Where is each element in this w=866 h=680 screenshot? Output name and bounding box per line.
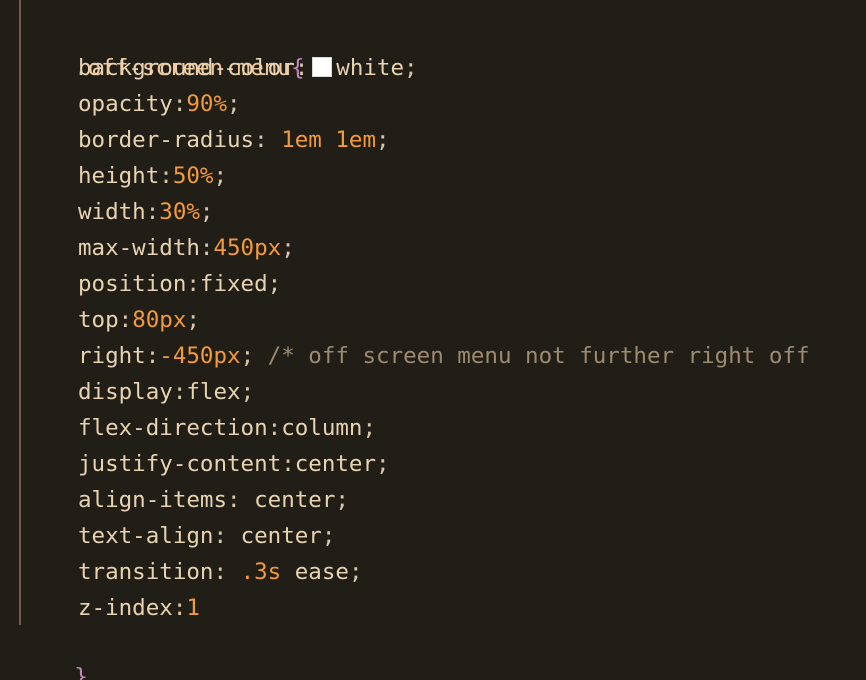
declaration-line[interactable]: height:50%; bbox=[78, 158, 227, 194]
colon-separator: : bbox=[159, 163, 173, 189]
declaration-line[interactable]: position:fixed; bbox=[78, 266, 281, 302]
numeric-value: 80px bbox=[132, 307, 187, 333]
property-name: transition bbox=[78, 559, 214, 585]
numeric-value: 50% bbox=[172, 163, 214, 189]
property-name: align-items bbox=[78, 487, 228, 513]
property-name: opacity bbox=[78, 91, 173, 117]
numeric-value: .3s bbox=[240, 559, 282, 585]
colon-separator: : bbox=[213, 523, 241, 549]
property-name: text-align bbox=[78, 523, 214, 549]
declaration-line[interactable]: text-align: center; bbox=[78, 518, 335, 554]
property-name: top bbox=[78, 307, 119, 333]
colon-separator: : bbox=[172, 595, 187, 621]
semicolon: ; bbox=[227, 91, 241, 117]
keyword-value: column bbox=[281, 415, 363, 441]
property-name: display bbox=[78, 379, 173, 405]
close-brace: } bbox=[74, 664, 88, 680]
property-name: height bbox=[78, 163, 160, 189]
semicolon: ; bbox=[199, 199, 214, 225]
colon-separator: : bbox=[118, 307, 133, 333]
keyword-value: center bbox=[294, 451, 377, 477]
property-name: right bbox=[78, 343, 146, 369]
semicolon: ; bbox=[186, 307, 200, 333]
colon-separator: : bbox=[254, 127, 282, 153]
semicolon: ; bbox=[213, 163, 228, 189]
declaration-line[interactable]: justify-content:center; bbox=[78, 446, 390, 482]
numeric-value: 1 bbox=[186, 595, 200, 621]
declaration-line[interactable]: flex-direction:column; bbox=[78, 410, 376, 446]
property-name: justify-content bbox=[78, 451, 282, 477]
colon-separator: : bbox=[172, 91, 187, 117]
semicolon: ; bbox=[267, 271, 282, 297]
keyword-value: flex bbox=[186, 379, 241, 405]
colon-separator: : bbox=[294, 55, 309, 81]
semicolon: ; bbox=[348, 559, 363, 585]
property-name: width bbox=[78, 199, 146, 225]
semicolon: ; bbox=[240, 343, 255, 369]
semicolon: ; bbox=[362, 415, 377, 441]
property-name: position bbox=[78, 271, 187, 297]
numeric-value: 1em 1em bbox=[281, 127, 377, 153]
colon-separator: : bbox=[267, 415, 282, 441]
keyword-value: white bbox=[336, 55, 405, 81]
keyword-value: center bbox=[254, 487, 336, 513]
keyword-value: fixed bbox=[199, 271, 268, 297]
declaration-line[interactable]: transition: .3s ease; bbox=[78, 554, 362, 590]
closing-line[interactable]: } bbox=[20, 623, 88, 680]
colon-separator: : bbox=[227, 487, 255, 513]
colon-separator: : bbox=[186, 271, 200, 297]
colon-separator: : bbox=[172, 379, 187, 405]
numeric-value: -450px bbox=[159, 343, 241, 369]
declaration-line[interactable]: top:80px; bbox=[78, 302, 200, 338]
property-name: z-index bbox=[78, 595, 173, 621]
keyword-value: center bbox=[240, 523, 322, 549]
semicolon: ; bbox=[240, 379, 255, 405]
declaration-line[interactable]: right:-450px; /* off screen menu not fur… bbox=[78, 338, 810, 374]
color-swatch-icon[interactable] bbox=[312, 57, 333, 77]
numeric-value: 30% bbox=[159, 199, 200, 225]
numeric-value: 90% bbox=[186, 91, 228, 117]
code-editor[interactable]: .off-screen-menu{ background-color: white… bbox=[0, 0, 866, 680]
declaration-line[interactable]: z-index:1 bbox=[78, 590, 200, 626]
property-name: border-radius bbox=[78, 127, 255, 153]
property-name: max-width bbox=[78, 235, 200, 261]
declaration-line[interactable]: max-width:450px; bbox=[78, 230, 295, 266]
semicolon: ; bbox=[281, 235, 295, 261]
declaration-line[interactable]: opacity:90%; bbox=[78, 86, 241, 122]
semicolon: ; bbox=[376, 127, 390, 153]
property-name: flex-direction bbox=[78, 415, 268, 441]
colon-separator: : bbox=[213, 559, 241, 585]
colon-separator: : bbox=[145, 343, 160, 369]
semicolon: ; bbox=[335, 487, 349, 513]
declaration-line[interactable]: align-items: center; bbox=[78, 482, 349, 518]
semicolon: ; bbox=[376, 451, 390, 477]
keyword-value: ease bbox=[281, 559, 349, 585]
declaration-line[interactable]: width:30%; bbox=[78, 194, 213, 230]
numeric-value: 450px bbox=[213, 235, 282, 261]
colon-separator: : bbox=[281, 451, 295, 477]
semicolon: ; bbox=[404, 55, 418, 81]
selector-line[interactable]: .off-screen-menu{ bbox=[20, 14, 304, 81]
declaration-line[interactable]: border-radius: 1em 1em; bbox=[78, 122, 390, 158]
declaration-line[interactable]: background-color: white; bbox=[78, 50, 418, 86]
code-comment: /* off screen menu not further right off bbox=[254, 343, 810, 369]
colon-separator: : bbox=[145, 199, 160, 225]
property-name: background-color bbox=[78, 55, 295, 81]
declaration-line[interactable]: display:flex; bbox=[78, 374, 254, 410]
semicolon: ; bbox=[321, 523, 336, 549]
colon-separator: : bbox=[199, 235, 214, 261]
